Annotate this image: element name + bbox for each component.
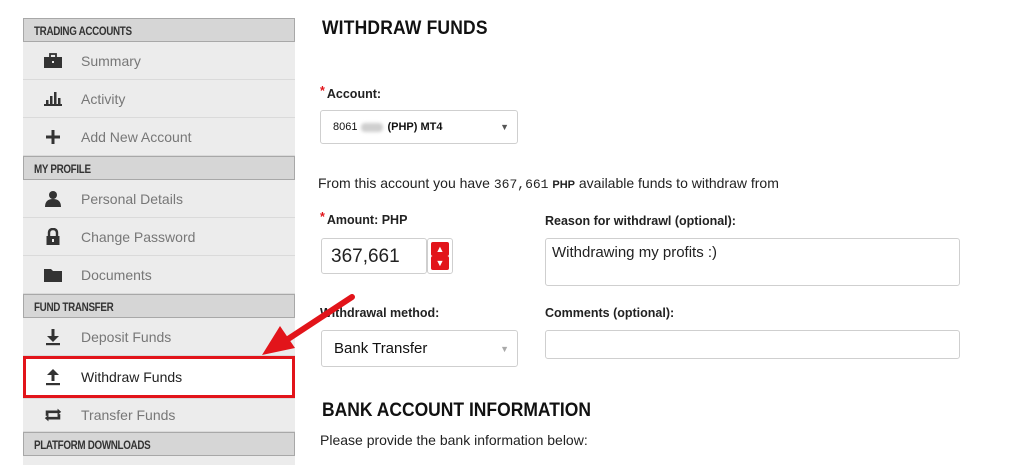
section-header-my-profile: MY PROFILE (23, 156, 295, 180)
withdrawal-method-select[interactable]: Bank Transfer ▼ (321, 330, 518, 367)
withdrawal-method-value: Bank Transfer (334, 340, 428, 357)
sidebar-item-label: Transfer Funds (81, 407, 176, 423)
amount-input[interactable]: 367,661 (321, 238, 427, 274)
comments-label: Comments (optional): (545, 306, 675, 320)
sidebar-item-label: Withdraw Funds (81, 369, 183, 385)
comments-input[interactable] (545, 330, 960, 359)
sidebar-item-label: Documents (81, 266, 152, 283)
lock-icon (43, 227, 63, 247)
sidebar-item-documents[interactable]: Documents (23, 256, 295, 294)
available-funds-text: From this account you have 367,661 PHP a… (318, 175, 779, 192)
sidebar-item-label: Add New Account (81, 128, 192, 145)
sidebar-item-label: Summary (81, 52, 141, 69)
blurred-account-number (361, 122, 384, 132)
sidebar-item-add-new-account[interactable]: Add New Account (23, 118, 295, 156)
briefcase-icon (43, 51, 63, 71)
increment-button[interactable]: ▲ (431, 242, 449, 256)
main-content: WITHDRAW FUNDS * Account: 8061 (PHP) MT4 ▼… (318, 0, 1013, 465)
sidebar-item-change-password[interactable]: Change Password (23, 218, 295, 256)
account-select-value: 8061 (PHP) MT4 (333, 121, 443, 133)
sidebar-item-label: Change Password (81, 228, 196, 245)
amount-label: * Amount: PHP (320, 210, 408, 227)
folder-icon (43, 265, 63, 285)
reason-textarea[interactable]: Withdrawing my profits :) (545, 238, 960, 286)
user-icon (43, 189, 63, 209)
required-marker: * (320, 210, 325, 224)
sidebar-item-transfer-funds[interactable]: Transfer Funds (23, 399, 295, 432)
sidebar-item-summary[interactable]: Summary (23, 42, 295, 80)
sidebar-item-label: Activity (81, 90, 126, 107)
sidebar-item-label: Deposit Funds (81, 328, 172, 345)
bank-section-title: BANK ACCOUNT INFORMATION (322, 400, 591, 421)
plus-icon (43, 127, 63, 147)
bank-section-helper: Please provide the bank information belo… (320, 432, 588, 448)
amount-stepper: ▲ ▼ (427, 238, 453, 274)
chevron-down-icon: ▼ (500, 343, 509, 354)
sidebar-item-withdraw-funds[interactable]: Withdraw Funds (23, 356, 295, 399)
transfer-icon (43, 405, 63, 425)
sidebar-item-personal-details[interactable]: Personal Details (23, 180, 295, 218)
section-header-platform-downloads: PLATFORM DOWNLOADS (23, 432, 295, 456)
reason-label: Reason for withdrawl (optional): (545, 214, 736, 228)
account-label: * Account: (320, 84, 382, 101)
sidebar-item-deposit-funds[interactable]: Deposit Funds (23, 318, 295, 356)
sidebar: TRADING ACCOUNTS Summary Activity Add Ne… (23, 18, 295, 465)
chevron-down-icon: ▼ (500, 122, 509, 132)
account-select[interactable]: 8061 (PHP) MT4 ▼ (320, 110, 518, 144)
upload-icon (43, 367, 63, 387)
sidebar-item-activity[interactable]: Activity (23, 80, 295, 118)
required-marker: * (320, 84, 325, 98)
page-title: WITHDRAW FUNDS (322, 18, 488, 39)
decrement-button[interactable]: ▼ (431, 256, 449, 270)
section-header-fund-transfer: FUND TRANSFER (23, 294, 295, 318)
bar-chart-icon (43, 89, 63, 109)
withdrawal-method-label: Withdrawal method: (320, 306, 440, 320)
section-header-trading-accounts: TRADING ACCOUNTS (23, 18, 295, 42)
download-icon (43, 327, 63, 347)
sidebar-item-label: Personal Details (81, 190, 183, 207)
